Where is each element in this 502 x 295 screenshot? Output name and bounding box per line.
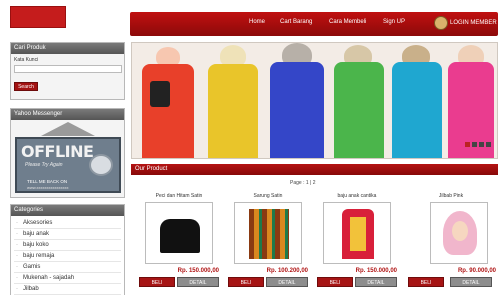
category-list: Aksesories baju anak baju koko baju rema… <box>11 216 124 295</box>
sign-hanger-icon <box>41 122 95 136</box>
offline-subtext: Please Try Again <box>25 162 63 168</box>
model-dress <box>208 64 258 158</box>
product-card: Jilbab Pink Rp. 90.000,00 BELI DETAIL <box>404 187 498 295</box>
product-name[interactable]: Peci dan Hitam Satin <box>137 193 221 199</box>
product-image[interactable] <box>145 202 213 264</box>
kids-dress-pattern <box>350 217 366 251</box>
banner-model-4 <box>332 43 386 158</box>
buy-button[interactable]: BELI <box>139 277 175 287</box>
user-icon[interactable] <box>434 16 448 30</box>
search-heading: Cari Produk <box>11 43 124 54</box>
buy-button[interactable]: BELI <box>228 277 264 287</box>
banner-dot[interactable] <box>465 142 470 147</box>
site-logo[interactable] <box>10 6 66 28</box>
buy-button[interactable]: BELI <box>317 277 353 287</box>
banner-model-5 <box>390 43 444 158</box>
banner-dot[interactable] <box>479 142 484 147</box>
product-image[interactable] <box>323 202 391 264</box>
search-button[interactable]: Search <box>14 82 38 91</box>
handbag-icon <box>150 81 170 107</box>
hero-banner[interactable] <box>131 42 498 159</box>
banner-model-2 <box>206 43 260 158</box>
category-item[interactable]: Gamis <box>14 262 121 273</box>
nav-cara-membeli[interactable]: Cara Membeli <box>329 19 366 25</box>
detail-button[interactable]: DETAIL <box>266 277 308 287</box>
product-price: Rp. 90.000,00 <box>457 268 496 274</box>
phone-icon <box>89 154 113 176</box>
offline-status-sign[interactable]: OFFLINE Please Try Again TELL ME BACK ON… <box>15 137 121 193</box>
nav-cart[interactable]: Cart Barang <box>280 19 312 25</box>
detail-button[interactable]: DETAIL <box>450 277 492 287</box>
category-item[interactable]: Jilbab <box>14 284 121 295</box>
offline-footer-url: www.xxxxxxxxxxxxxxxx <box>27 185 69 190</box>
category-item[interactable]: baju anak <box>14 229 121 240</box>
top-nav-bar: Home Cart Barang Cara Membeli Sign UP LO… <box>130 12 498 36</box>
category-item[interactable]: Mukenah - sajadah <box>14 273 121 284</box>
search-panel: Cari Produk Kata Kunci Search <box>10 42 125 100</box>
buy-button[interactable]: BELI <box>408 277 444 287</box>
product-card: Sarung Satin Rp. 100.200,00 BELI DETAIL <box>226 187 310 295</box>
categories-panel: Categories Aksesories baju anak baju kok… <box>10 204 125 295</box>
detail-button[interactable]: DETAIL <box>355 277 397 287</box>
banner-model-3 <box>268 43 326 158</box>
banner-dot[interactable] <box>472 142 477 147</box>
offline-text: OFFLINE <box>21 142 94 161</box>
model-face <box>452 221 468 241</box>
banner-dot[interactable] <box>486 142 491 147</box>
search-label: Kata Kunci <box>14 57 39 63</box>
product-card: Peci dan Hitam Satin Rp. 150.000,00 BELI… <box>137 187 221 295</box>
our-product-heading: Our Product <box>131 164 498 175</box>
category-item[interactable]: baju remaja <box>14 251 121 262</box>
product-image[interactable] <box>430 202 488 264</box>
product-price: Rp. 150.000,00 <box>177 268 219 274</box>
sarung-cloth-icon <box>249 209 289 259</box>
product-name[interactable]: Sarung Satin <box>226 193 310 199</box>
model-dress <box>142 64 194 158</box>
offline-footer: TELL ME BACK ON <box>27 179 68 184</box>
product-price: Rp. 100.200,00 <box>266 268 308 274</box>
banner-pagination <box>463 134 491 152</box>
header: Home Cart Barang Cara Membeli Sign UP LO… <box>0 0 502 38</box>
detail-button[interactable]: DETAIL <box>177 277 219 287</box>
model-dress <box>270 62 324 158</box>
search-input[interactable] <box>14 65 122 73</box>
model-dress <box>392 62 442 158</box>
product-name[interactable]: Jilbab Pink <box>404 193 498 199</box>
category-item[interactable]: baju koko <box>14 240 121 251</box>
nav-home[interactable]: Home <box>249 19 265 25</box>
product-price: Rp. 150.000,00 <box>355 268 397 274</box>
banner-model-1 <box>140 43 196 158</box>
login-member-link[interactable]: LOGIN MEMBER <box>450 20 497 26</box>
page: Home Cart Barang Cara Membeli Sign UP LO… <box>0 0 502 295</box>
product-name[interactable]: baju anak cantika <box>315 193 399 199</box>
model-dress <box>334 62 384 158</box>
categories-heading: Categories <box>11 205 124 216</box>
pagination[interactable]: Page : 1 | 2 <box>290 180 315 186</box>
yahoo-heading: Yahoo Messenger <box>11 109 124 120</box>
peci-hat-icon <box>160 219 200 253</box>
category-item[interactable]: Aksesories <box>14 218 121 229</box>
yahoo-messenger-panel: Yahoo Messenger OFFLINE Please Try Again… <box>10 108 125 198</box>
product-image[interactable] <box>234 202 302 264</box>
nav-sign-up[interactable]: Sign UP <box>383 19 405 25</box>
product-card: baju anak cantika Rp. 150.000,00 BELI DE… <box>315 187 399 295</box>
